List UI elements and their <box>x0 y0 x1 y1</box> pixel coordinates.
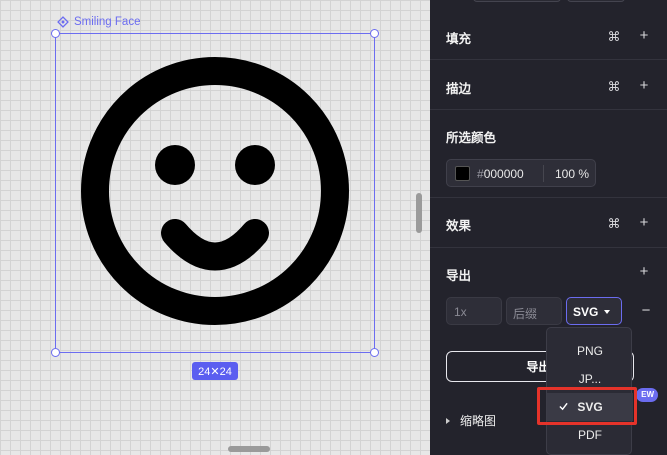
effects-title: 效果 <box>446 219 472 233</box>
export-format-select[interactable]: SVG <box>566 297 622 325</box>
format-option-png[interactable]: PNG <box>547 337 633 365</box>
fill-section: 填充 ⌘ + <box>430 10 667 60</box>
style-library-icon[interactable]: ⌘ <box>606 28 622 44</box>
add-effect-icon[interactable]: + <box>636 214 652 230</box>
resize-handle-top-left[interactable] <box>51 29 60 38</box>
color-field-divider <box>543 165 544 182</box>
top-control-stub[interactable] <box>567 0 625 2</box>
chevron-down-icon <box>604 310 610 314</box>
resize-handle-bottom-left[interactable] <box>51 348 60 357</box>
color-field[interactable]: #000000 100 % <box>446 159 596 187</box>
hex-value-text: 000000 <box>483 167 524 181</box>
resize-handle-bottom-right[interactable] <box>370 348 379 357</box>
hex-prefix: # <box>477 167 484 181</box>
format-option-pdf[interactable]: PDF <box>547 421 633 449</box>
export-suffix-input[interactable]: 后缀 <box>506 297 562 325</box>
fill-title: 填充 <box>446 32 472 46</box>
add-fill-icon[interactable]: + <box>636 27 652 43</box>
add-export-icon[interactable]: + <box>636 263 652 279</box>
size-badge: 24✕24 <box>192 362 238 380</box>
resize-handle-top-right[interactable] <box>370 29 379 38</box>
color-swatch[interactable] <box>455 166 470 181</box>
vertical-scrollbar[interactable] <box>416 193 422 233</box>
style-library-icon[interactable]: ⌘ <box>606 78 622 94</box>
selection-colors-title: 所选颜色 <box>446 131 497 145</box>
horizontal-scrollbar[interactable] <box>228 446 270 452</box>
effects-section: 效果 ⌘ + <box>430 198 667 248</box>
export-scale-input[interactable]: 1x <box>446 297 502 325</box>
style-library-icon[interactable]: ⌘ <box>606 215 622 231</box>
new-badge: EW <box>636 388 658 402</box>
thumbnail-row[interactable]: 缩略图 <box>446 412 496 429</box>
remove-export-icon[interactable]: − <box>638 302 654 318</box>
thumbnail-title: 缩略图 <box>460 414 497 428</box>
stroke-title: 描边 <box>446 82 472 96</box>
export-title: 导出 <box>446 269 472 283</box>
export-format-value: SVG <box>573 305 599 319</box>
hex-value[interactable]: #000000 <box>477 167 524 181</box>
top-control-stub[interactable] <box>473 0 561 2</box>
add-stroke-icon[interactable]: + <box>636 77 652 93</box>
stroke-section: 描边 ⌘ + <box>430 60 667 110</box>
opacity-value[interactable]: 100 % <box>555 167 589 181</box>
annotation-highlight-box <box>537 387 637 425</box>
selection-frame[interactable] <box>55 33 375 353</box>
expand-arrow-icon <box>446 417 450 424</box>
design-canvas[interactable]: Smiling Face 24✕24 <box>0 0 430 455</box>
